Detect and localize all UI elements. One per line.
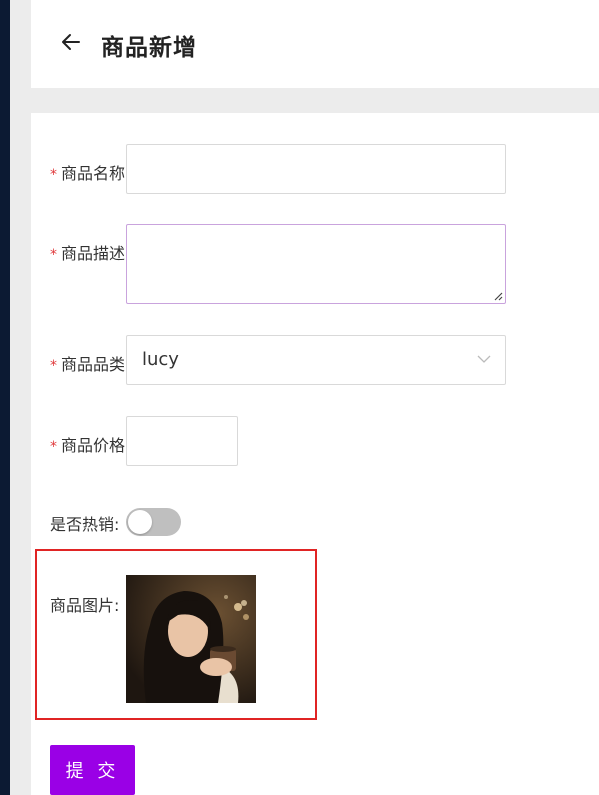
name-row: * 商品名称: [31, 144, 599, 194]
page-header: 商品新增: [31, 0, 599, 88]
category-selected-value: lucy: [142, 349, 179, 370]
hot-sale-switch[interactable]: [126, 508, 181, 536]
price-input[interactable]: [126, 416, 238, 466]
description-label-text: 商品描述: [61, 244, 126, 263]
category-label: * 商品品类: [50, 351, 126, 375]
switch-knob: [128, 510, 152, 534]
product-name-input[interactable]: [126, 144, 506, 194]
required-mark: *: [50, 247, 57, 263]
sidebar-gap: [10, 0, 31, 795]
category-row: * 商品品类 lucy: [31, 335, 599, 385]
category-label-text: 商品品类: [61, 355, 126, 374]
back-arrow-icon[interactable]: [59, 30, 83, 54]
chevron-down-icon: [477, 355, 491, 363]
required-mark: *: [50, 439, 57, 455]
hot-row: 是否热销:: [31, 508, 599, 536]
sidebar-edge: [0, 0, 10, 795]
name-label-text: 商品名称: [61, 164, 126, 183]
page-title: 商品新增: [101, 35, 197, 61]
required-mark: *: [50, 358, 57, 374]
price-label: * 商品价格: [50, 432, 126, 456]
form-container: * 商品名称 * 商品描述 * 商品品类 lucy * 商品价格 是否热销: 商…: [31, 113, 599, 795]
submit-button[interactable]: 提 交: [50, 745, 135, 795]
product-description-textarea[interactable]: [126, 224, 506, 304]
category-select[interactable]: lucy: [126, 335, 506, 385]
resize-grip-icon[interactable]: [494, 292, 503, 301]
product-image[interactable]: [126, 575, 256, 703]
required-mark: *: [50, 167, 57, 183]
price-row: * 商品价格: [31, 416, 599, 466]
description-label: * 商品描述: [50, 240, 126, 264]
description-row: * 商品描述: [31, 224, 599, 304]
name-label: * 商品名称: [50, 160, 126, 184]
price-label-text: 商品价格: [61, 436, 126, 455]
